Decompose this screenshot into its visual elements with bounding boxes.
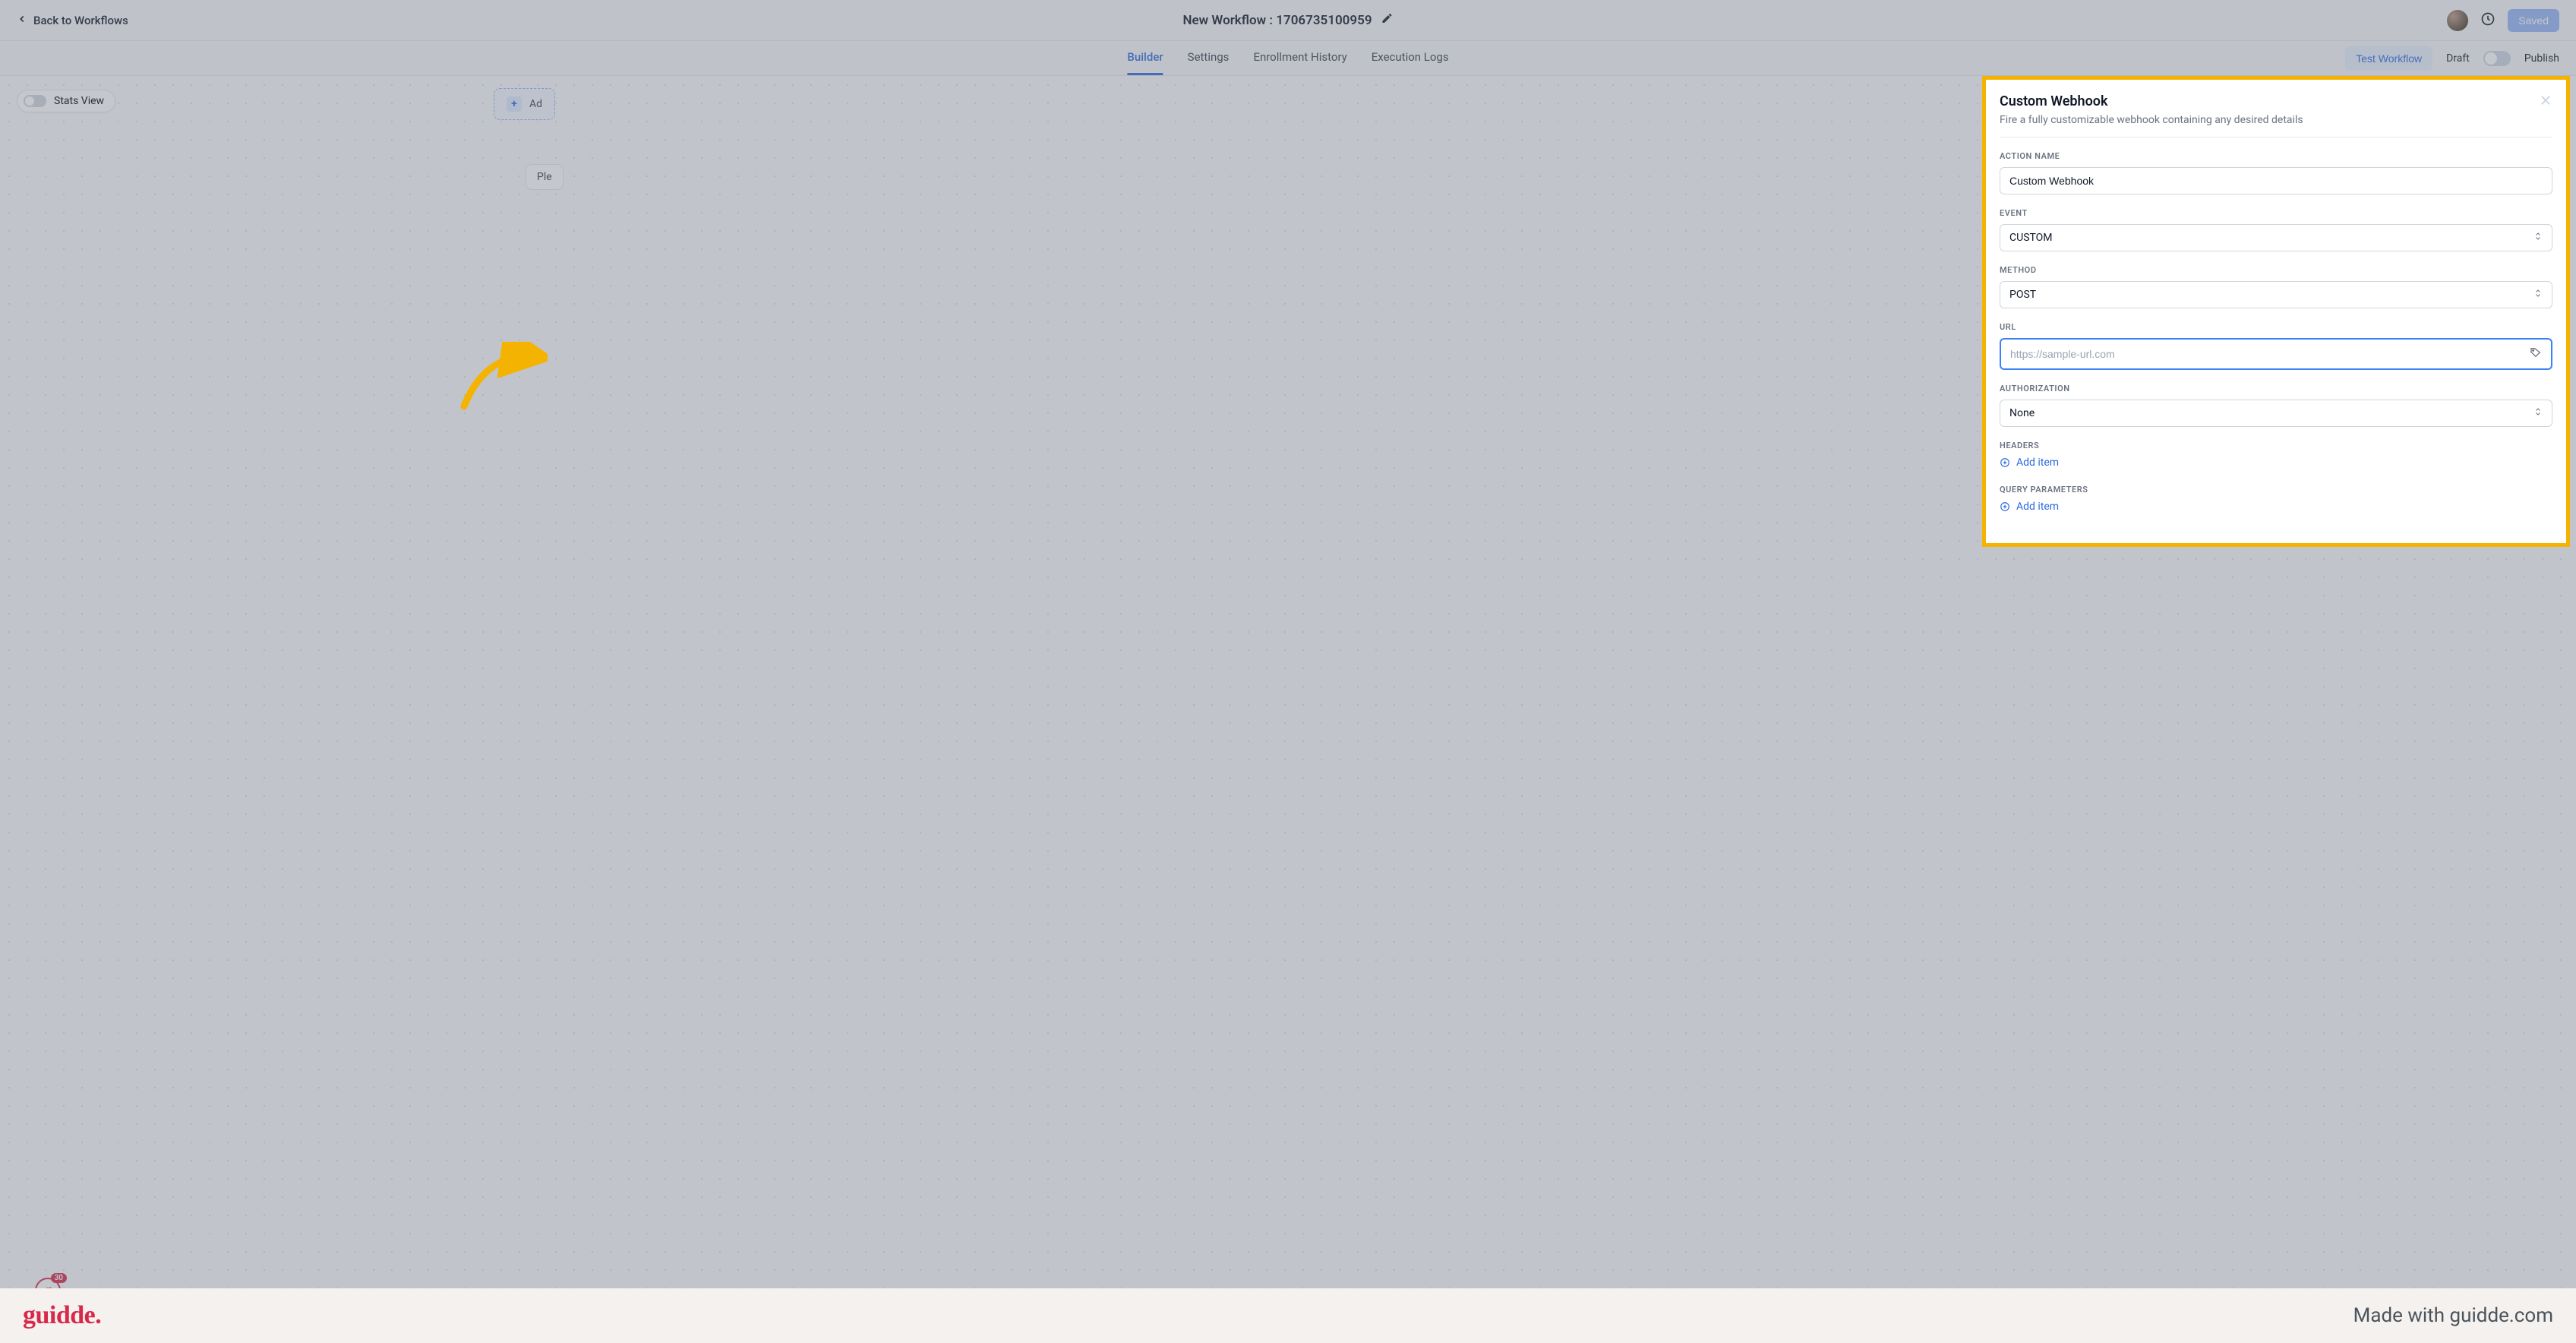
tab-builder[interactable]: Builder	[1127, 41, 1163, 75]
workflow-title-text: New Workflow : 1706735100959	[1182, 13, 1372, 28]
tag-icon[interactable]	[2530, 346, 2542, 362]
add-header-item[interactable]: Add item	[2000, 457, 2059, 469]
chevron-left-icon	[17, 14, 27, 27]
guidde-logo: guidde.	[23, 1301, 101, 1330]
topbar: Back to Workflows New Workflow : 1706735…	[0, 0, 2576, 41]
back-label: Back to Workflows	[33, 14, 128, 27]
avatar[interactable]	[2447, 10, 2468, 31]
label-query-parameters: QUERY PARAMETERS	[2000, 485, 2552, 495]
authorization-value: None	[2009, 407, 2035, 419]
authorization-select[interactable]: None	[2000, 400, 2552, 427]
guidde-badge-count: 30	[51, 1273, 67, 1283]
canvas-chip[interactable]: Ple	[526, 164, 564, 190]
add-node-label: Ad	[529, 98, 542, 110]
add-query-param-item[interactable]: Add item	[2000, 501, 2059, 513]
action-name-input[interactable]	[2000, 167, 2552, 194]
method-value: POST	[2009, 289, 2036, 301]
panel-subtitle: Fire a fully customizable webhook contai…	[2000, 114, 2539, 126]
tab-enrollment-history[interactable]: Enrollment History	[1253, 41, 1346, 75]
history-icon[interactable]	[2480, 11, 2496, 30]
publish-label: Publish	[2524, 52, 2559, 65]
event-select[interactable]: CUSTOM	[2000, 224, 2552, 251]
label-action-name: ACTION NAME	[2000, 151, 2552, 161]
close-icon[interactable]	[2539, 93, 2552, 110]
draft-label: Draft	[2446, 52, 2470, 65]
label-authorization: AUTHORIZATION	[2000, 384, 2552, 393]
stats-view-label: Stats View	[54, 95, 104, 107]
annotation-arrow-icon	[456, 342, 548, 410]
test-workflow-button[interactable]: Test Workflow	[2345, 46, 2432, 71]
stats-view-pill[interactable]: Stats View	[17, 90, 115, 112]
tab-settings[interactable]: Settings	[1188, 41, 1230, 75]
label-method: METHOD	[2000, 265, 2552, 275]
footer-credit: Made with guidde.com	[2353, 1304, 2553, 1327]
footer: guidde. Made with guidde.com	[0, 1288, 2576, 1343]
event-value: CUSTOM	[2009, 232, 2053, 244]
saved-button[interactable]: Saved	[2508, 9, 2559, 32]
url-input[interactable]	[2000, 338, 2552, 370]
label-event: EVENT	[2000, 208, 2552, 218]
method-select[interactable]: POST	[2000, 281, 2552, 308]
back-button[interactable]: Back to Workflows	[17, 14, 128, 27]
workflow-title: New Workflow : 1706735100959	[1182, 12, 1393, 28]
stats-toggle[interactable]	[24, 95, 46, 107]
label-headers: HEADERS	[2000, 441, 2552, 450]
add-query-param-label: Add item	[2016, 501, 2059, 513]
plus-icon: +	[507, 96, 522, 112]
add-node-button[interactable]: + Ad	[494, 88, 555, 120]
chevron-updown-icon	[2533, 289, 2543, 301]
url-input-el[interactable]	[2010, 348, 2530, 360]
action-name-input-el[interactable]	[2009, 175, 2543, 187]
panel-header: Custom Webhook Fire a fully customizable…	[2000, 93, 2552, 137]
add-header-label: Add item	[2016, 457, 2059, 469]
panel-title: Custom Webhook	[2000, 93, 2539, 109]
pencil-icon[interactable]	[1381, 12, 1394, 28]
publish-toggle[interactable]	[2483, 51, 2511, 66]
chevron-updown-icon	[2533, 232, 2543, 244]
tabbar: Builder Settings Enrollment History Exec…	[0, 41, 2576, 76]
chevron-updown-icon	[2533, 407, 2543, 419]
side-panel: Custom Webhook Fire a fully customizable…	[1982, 76, 2570, 547]
label-url: URL	[2000, 322, 2552, 332]
tab-execution-logs[interactable]: Execution Logs	[1372, 41, 1449, 75]
